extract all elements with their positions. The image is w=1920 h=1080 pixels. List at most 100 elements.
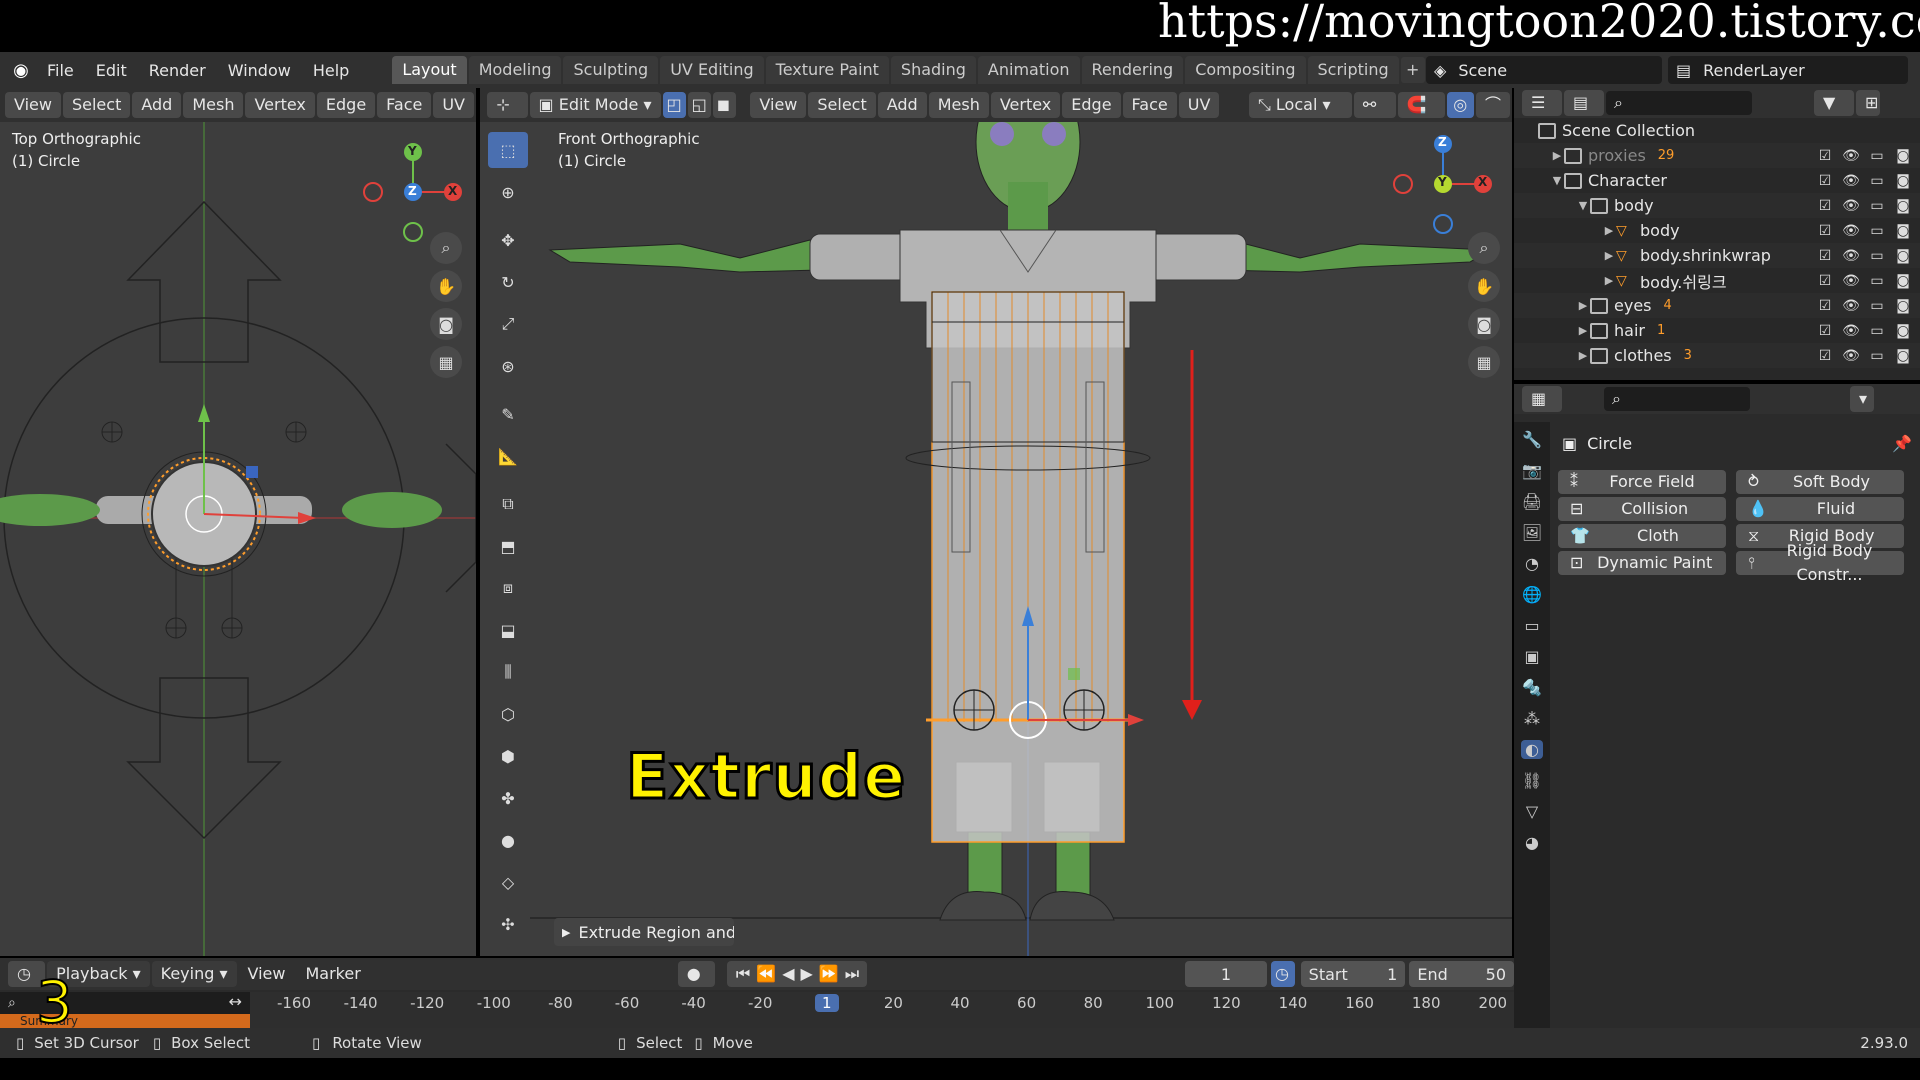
bevel-tool-icon[interactable]: ⬓ — [488, 612, 528, 648]
filter-icon[interactable]: ▼ — [1814, 90, 1854, 116]
monitor-icon[interactable]: ▭ — [1868, 248, 1886, 264]
tab-uv-editing[interactable]: UV Editing — [660, 56, 764, 84]
render-camera-icon[interactable]: ◙ — [1894, 148, 1912, 164]
orientation-selector[interactable]: ⤡ Local ▾ — [1249, 92, 1352, 118]
current-frame-field[interactable]: 1 — [1184, 961, 1267, 987]
tab-layout[interactable]: Layout — [392, 56, 467, 84]
monitor-icon[interactable]: ▭ — [1868, 223, 1886, 239]
modifier-tab-icon[interactable]: 🔩 — [1522, 678, 1542, 697]
cursor-tool-icon[interactable]: ⊕ — [488, 174, 528, 210]
poly-build-tool-icon[interactable]: ⬢ — [488, 738, 528, 774]
marker-menu[interactable]: Marker — [296, 961, 369, 987]
pivot-icon[interactable]: ⚯ — [1353, 92, 1396, 118]
record-icon[interactable]: ● — [677, 961, 715, 987]
material-tab-icon[interactable]: ◕ — [1525, 833, 1539, 852]
pin-icon[interactable]: 📌 — [1892, 434, 1912, 453]
constraints-tab-icon[interactable]: ⛓ — [1522, 771, 1542, 790]
main-menu-edge[interactable]: Edge — [1062, 92, 1121, 118]
monitor-icon[interactable]: ▭ — [1868, 173, 1886, 189]
properties-search-input[interactable]: ⌕ — [1604, 387, 1750, 411]
tab-texture-paint[interactable]: Texture Paint — [765, 56, 889, 84]
operator-panel[interactable]: ▶ Extrude Region and M — [554, 918, 734, 946]
display-mode-icon[interactable]: ▤ — [1564, 90, 1604, 116]
monitor-icon[interactable]: ▭ — [1868, 148, 1886, 164]
render-camera-icon[interactable]: ◙ — [1894, 173, 1912, 189]
loop-cut-tool-icon[interactable]: ⫼ — [488, 654, 528, 690]
playback-controls[interactable]: ⏮⏪◀▶⏩⏭ — [726, 961, 867, 987]
outliner-row[interactable]: ▶ ▽ body ☑ 👁 ▭ ◙ — [1514, 218, 1920, 243]
checkbox-icon[interactable]: ☑ — [1816, 323, 1834, 339]
knife-tool-icon[interactable]: ⬡ — [488, 696, 528, 732]
transform-tool-icon[interactable]: ⊛ — [488, 348, 528, 384]
measure-tool-icon[interactable]: 📐 — [488, 438, 528, 474]
left-menu-mesh[interactable]: Mesh — [183, 92, 244, 118]
tab-animation[interactable]: Animation — [977, 56, 1080, 84]
left-axis-gizmo[interactable] — [360, 132, 470, 242]
world-tab-icon[interactable]: 🌐 — [1522, 585, 1542, 604]
checkbox-icon[interactable]: ☑ — [1816, 198, 1834, 214]
left-menu-edge[interactable]: Edge — [316, 92, 376, 118]
snap-icon[interactable]: 🧲 — [1397, 92, 1446, 118]
view-layer-tab-icon[interactable]: 🖼 — [1522, 523, 1542, 542]
main-zoom-icon[interactable]: ⌕ — [1468, 232, 1500, 264]
main-menu-view[interactable]: View — [750, 92, 807, 118]
expand-right-icon[interactable]: ▶ — [1602, 274, 1616, 287]
menu-file[interactable]: File — [36, 61, 85, 80]
outliner-row[interactable]: ▶ hair 1 ☑ 👁 ▭ ◙ — [1514, 318, 1920, 343]
properties-options-icon[interactable]: ▾ — [1850, 386, 1874, 412]
main-menu-vertex[interactable]: Vertex — [990, 92, 1061, 118]
start-frame-field[interactable]: Start 1 — [1300, 961, 1406, 987]
outliner-row[interactable]: ▼ Character ☑ 👁 ▭ ◙ — [1514, 168, 1920, 193]
mode-selector[interactable]: ▣ Edit Mode ▾ — [529, 92, 661, 118]
dynamic-paint-button[interactable]: ⊡ Dynamic Paint — [1558, 551, 1726, 575]
add-workspace-button[interactable]: + — [1400, 57, 1425, 83]
left-viewport[interactable]: Top Orthographic (1) Circle Y Z X ⌕ ✋ ◙ … — [0, 122, 476, 956]
eye-icon[interactable]: 👁 — [1842, 348, 1860, 364]
monitor-icon[interactable]: ▭ — [1868, 348, 1886, 364]
render-layer-selector[interactable]: ▤ RenderLayer — [1668, 56, 1908, 84]
edge-slide-tool-icon[interactable]: ◇ — [488, 864, 528, 900]
shrink-fatten-tool-icon[interactable]: ✣ — [488, 906, 528, 942]
outliner-row[interactable]: ▶ proxies 29 ☑ 👁 ▭ ◙ — [1514, 143, 1920, 168]
eye-icon[interactable]: 👁 — [1842, 148, 1860, 164]
add-cube-tool-icon[interactable]: ⧉ — [488, 486, 528, 522]
move-tool-icon[interactable]: ✥ — [488, 222, 528, 258]
cloth-button[interactable]: 👕 Cloth — [1558, 524, 1726, 548]
scene-tab-icon[interactable]: ◔ — [1525, 554, 1539, 573]
main-grid-icon[interactable]: ▦ — [1468, 346, 1500, 378]
outliner-row[interactable]: ▶ clothes 3 ☑ 👁 ▭ ◙ — [1514, 343, 1920, 368]
checkbox-icon[interactable]: ☑ — [1816, 248, 1834, 264]
particles-tab-icon[interactable]: ⁂ — [1524, 709, 1540, 728]
tab-modeling[interactable]: Modeling — [468, 56, 562, 84]
soft-body-button[interactable]: ⥁ Soft Body — [1736, 470, 1904, 494]
outliner-row[interactable]: ▶ eyes 4 ☑ 👁 ▭ ◙ — [1514, 293, 1920, 318]
outliner-row[interactable]: ▶ ▽ body.shrinkwrap ☑ 👁 ▭ ◙ — [1514, 243, 1920, 268]
main-viewport[interactable]: Front Orthographic (1) Circle Extrude ⬚ … — [480, 122, 1512, 956]
tab-shading[interactable]: Shading — [890, 56, 976, 84]
clock-icon[interactable]: ◷ — [1271, 961, 1295, 987]
monitor-icon[interactable]: ▭ — [1868, 323, 1886, 339]
force-field-button[interactable]: ⁑ Force Field — [1558, 470, 1726, 494]
left-menu-view[interactable]: View — [5, 92, 61, 118]
eye-icon[interactable]: 👁 — [1842, 223, 1860, 239]
rotate-tool-icon[interactable]: ↻ — [488, 264, 528, 300]
expand-right-icon[interactable]: ▶ — [1576, 324, 1590, 337]
render-tab-icon[interactable]: 📷 — [1522, 461, 1542, 480]
outliner-row[interactable]: ▼ body ☑ 👁 ▭ ◙ — [1514, 193, 1920, 218]
outliner-row[interactable]: Scene Collection — [1514, 118, 1920, 143]
zoom-icon[interactable]: ⌕ — [430, 232, 462, 264]
expand-right-icon[interactable]: ▶ — [1602, 224, 1616, 237]
annotate-tool-icon[interactable]: ✎ — [488, 396, 528, 432]
eye-icon[interactable]: 👁 — [1842, 323, 1860, 339]
editor-type-icon[interactable]: ⊹ — [487, 92, 528, 118]
output-tab-icon[interactable]: 🖨 — [1522, 492, 1542, 511]
collection-tab-icon[interactable]: ▭ — [1524, 616, 1539, 635]
eye-icon[interactable]: 👁 — [1842, 298, 1860, 314]
left-menu-vertex[interactable]: Vertex — [245, 92, 315, 118]
monitor-icon[interactable]: ▭ — [1868, 198, 1886, 214]
fluid-button[interactable]: 💧 Fluid — [1736, 497, 1904, 521]
render-camera-icon[interactable]: ◙ — [1894, 198, 1912, 214]
checkbox-icon[interactable]: ☑ — [1816, 348, 1834, 364]
tool-tab-icon[interactable]: 🔧 — [1522, 430, 1542, 449]
eye-icon[interactable]: 👁 — [1842, 248, 1860, 264]
